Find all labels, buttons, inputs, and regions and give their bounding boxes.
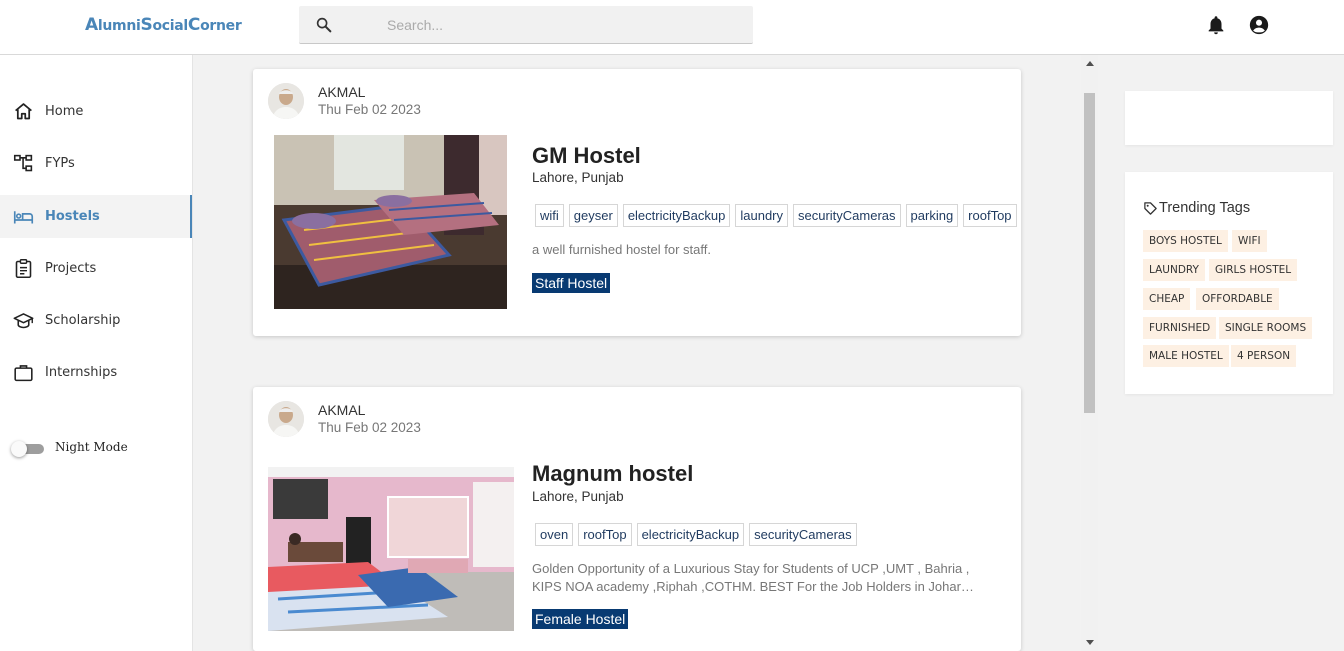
- scroll-up-arrow-icon[interactable]: [1086, 61, 1094, 66]
- sidebar-item-label: Internships: [45, 365, 118, 380]
- avatar-photo: [268, 401, 304, 437]
- hostel-type-badge[interactable]: Female Hostel: [532, 609, 629, 629]
- scroll-down-arrow-icon[interactable]: [1086, 640, 1094, 645]
- hostel-card[interactable]: AKMAL Thu Feb 02 2023 GM Hostel Lahore, …: [253, 69, 1021, 336]
- right-panel: Trending Tags BOYS HOSTEL WIFI LAUNDRY G…: [1098, 55, 1344, 651]
- night-mode-toggle[interactable]: [11, 441, 44, 457]
- hostel-title[interactable]: Magnum hostel: [532, 461, 693, 487]
- amenity-tag[interactable]: parking: [905, 204, 959, 227]
- bed-icon: [13, 211, 34, 224]
- top-header: AlumniSocialCorner: [0, 0, 1344, 55]
- amenity-tag[interactable]: wifi: [535, 204, 564, 227]
- post-author[interactable]: AKMAL: [318, 402, 365, 418]
- post-date: Thu Feb 02 2023: [318, 420, 421, 435]
- hostel-type-badge[interactable]: Staff Hostel: [532, 273, 611, 293]
- avatar[interactable]: [268, 83, 304, 119]
- amenity-tags: oven roofTop electricityBackup securityCame…: [535, 523, 1021, 547]
- post-author[interactable]: AKMAL: [318, 84, 365, 100]
- home-icon: [15, 103, 32, 120]
- empty-widget-box: [1125, 91, 1333, 145]
- bell-icon[interactable]: [1205, 14, 1227, 36]
- trending-tag[interactable]: FURNISHED: [1143, 317, 1217, 339]
- feed-scrollbar[interactable]: [1081, 55, 1098, 651]
- logo-letter-c: C: [187, 15, 201, 35]
- night-mode-label: Night Mode: [55, 440, 128, 454]
- amenity-tag[interactable]: roofTop: [578, 523, 632, 546]
- trending-tags-label: Trending Tags: [1159, 200, 1251, 216]
- hostel-location: Lahore, Punjab: [532, 489, 624, 504]
- sidebar-item-projects[interactable]: Projects: [0, 247, 192, 290]
- hostel-room-image: [274, 135, 507, 309]
- logo-letter-s: S: [140, 15, 153, 35]
- sidebar-item-home[interactable]: Home: [0, 90, 192, 133]
- hostel-description: a well furnished hostel for staff.: [532, 242, 711, 257]
- trending-tag[interactable]: OFFORDABLE: [1196, 288, 1279, 310]
- search-icon[interactable]: [315, 16, 333, 34]
- amenity-tag[interactable]: securityCameras: [793, 204, 901, 227]
- hostel-photo[interactable]: [274, 135, 507, 309]
- logo-text-orner: orner: [200, 18, 242, 34]
- search-bar: [299, 6, 753, 44]
- sidebar-item-hostels[interactable]: Hostels: [0, 195, 192, 238]
- trending-tags-box: Trending Tags BOYS HOSTEL WIFI LAUNDRY G…: [1125, 172, 1333, 394]
- hostel-card[interactable]: AKMAL Thu Feb 02 2023 Magnum hostel Laho…: [253, 387, 1021, 651]
- tag-icon: [1144, 202, 1157, 215]
- toggle-knob: [11, 441, 27, 457]
- trending-tag[interactable]: CHEAP: [1143, 288, 1191, 310]
- account-circle-icon[interactable]: [1248, 14, 1270, 36]
- sidebar-item-fyps[interactable]: FYPs: [0, 142, 192, 185]
- trending-tag[interactable]: BOYS HOSTEL: [1143, 230, 1228, 252]
- hostel-photo[interactable]: [268, 467, 514, 631]
- trending-tag[interactable]: WIFI: [1232, 230, 1267, 252]
- search-input[interactable]: [387, 15, 727, 35]
- logo-text-ocial: ocial: [152, 18, 188, 34]
- hostel-location: Lahore, Punjab: [532, 170, 624, 185]
- graduation-cap-icon: [13, 313, 34, 329]
- amenity-tag[interactable]: oven: [535, 523, 574, 546]
- amenity-tag[interactable]: roofTop: [963, 204, 1017, 227]
- amenity-tag[interactable]: electricityBackup: [622, 204, 731, 227]
- briefcase-icon: [14, 365, 33, 382]
- amenity-tags: wifi geyser electricityBackup laundry securi…: [535, 204, 1021, 228]
- amenity-tag[interactable]: securityCameras: [749, 523, 857, 546]
- trending-tag[interactable]: MALE HOSTEL: [1143, 345, 1229, 367]
- hostel-title[interactable]: GM Hostel: [532, 143, 641, 169]
- amenity-tag[interactable]: laundry: [735, 204, 788, 227]
- avatar[interactable]: [268, 401, 304, 437]
- trending-tag[interactable]: GIRLS HOSTEL: [1209, 259, 1298, 281]
- logo-text-lumni: lumni: [97, 18, 141, 34]
- sidebar-item-label: Projects: [45, 261, 97, 276]
- sidebar-item-label: FYPs: [45, 156, 75, 171]
- trending-tag[interactable]: LAUNDRY: [1143, 259, 1205, 281]
- sidebar-item-label: Home: [45, 104, 84, 119]
- amenity-tag[interactable]: electricityBackup: [636, 523, 745, 546]
- clipboard-icon: [15, 259, 32, 279]
- hostel-description: Golden Opportunity of a Luxurious Stay f…: [532, 561, 974, 594]
- app-logo[interactable]: AlumniSocialCorner: [85, 15, 242, 35]
- trending-tag[interactable]: SINGLE ROOMS: [1219, 317, 1313, 339]
- logo-letter-a: A: [85, 15, 98, 35]
- sitemap-icon: [13, 154, 33, 172]
- sidebar-item-label: Scholarship: [45, 313, 121, 328]
- scrollbar-thumb[interactable]: [1084, 93, 1095, 413]
- sidebar-item-label: Hostels: [45, 209, 100, 224]
- sidebar-item-internships[interactable]: Internships: [0, 351, 192, 394]
- avatar-photo: [268, 83, 304, 119]
- sidebar-item-scholarship[interactable]: Scholarship: [0, 299, 192, 342]
- trending-tag[interactable]: 4 PERSON: [1231, 345, 1297, 367]
- post-date: Thu Feb 02 2023: [318, 102, 421, 117]
- sidebar: Home FYPs Hostels Projects Scholarship I…: [0, 55, 193, 651]
- amenity-tag[interactable]: geyser: [568, 204, 618, 227]
- night-mode-row: Night Mode: [11, 438, 161, 458]
- hostel-room-image: [268, 467, 514, 631]
